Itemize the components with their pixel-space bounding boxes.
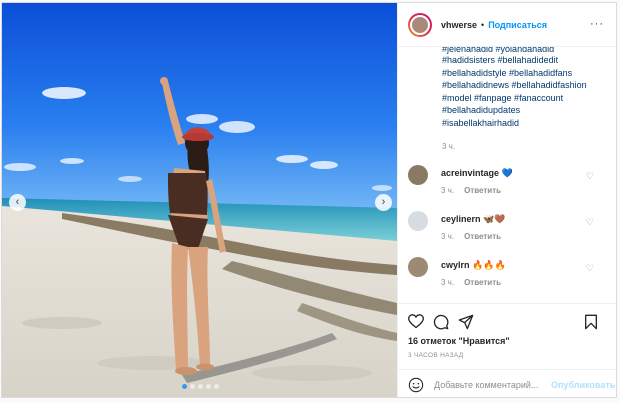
carousel-dot <box>198 384 203 389</box>
comment-like-heart-icon[interactable]: ♡ <box>586 263 594 274</box>
caption-hashtag-line[interactable]: #model #fanpage #fanaccount <box>442 92 612 105</box>
add-comment-input[interactable] <box>434 379 549 390</box>
add-comment-bar: Опубликовать <box>398 369 616 399</box>
carousel-next-button[interactable]: › <box>375 194 392 211</box>
comment-item: cwylrn 🔥🔥🔥 3 ч. Ответить <box>408 257 603 287</box>
reply-button[interactable]: Ответить <box>464 232 501 241</box>
avatar-image <box>410 14 430 35</box>
reply-button[interactable]: Ответить <box>464 278 501 287</box>
separator-dot: • <box>481 19 485 30</box>
share-send-icon[interactable] <box>458 314 474 330</box>
instagram-post: ‹ › vhwerse • Подписаться ··· #jelenahad… <box>1 2 617 398</box>
carousel-dot <box>214 384 219 389</box>
caption-hashtag-line[interactable]: #bellahadidstyle #bellahadidfans <box>442 67 612 80</box>
likes-count[interactable]: 16 отметок "Нравится" <box>408 336 510 346</box>
beach-photo-illustration <box>2 3 397 397</box>
emoji-smile-icon[interactable] <box>408 377 424 393</box>
post-photo[interactable]: ‹ › <box>2 3 397 397</box>
comment-like-heart-icon[interactable]: ♡ <box>586 217 594 228</box>
comment-like-heart-icon[interactable]: ♡ <box>586 171 594 182</box>
carousel-dot-active <box>182 384 187 389</box>
caption-hashtag-line[interactable]: #jelenahadid #yolandahadid <box>442 47 612 54</box>
comment-username[interactable]: ceylinern <box>441 214 481 224</box>
carousel-dot <box>190 384 195 389</box>
like-heart-icon[interactable] <box>408 314 424 329</box>
comment-text: 🦋🤎 <box>483 214 506 224</box>
post-side-panel: vhwerse • Подписаться ··· #jelenahadid #… <box>397 3 616 397</box>
comment-time: 3 ч. <box>441 186 455 195</box>
caption-hashtag-line[interactable]: #bellahadidnews #bellahadidfashion <box>442 79 612 92</box>
carousel-prev-button[interactable]: ‹ <box>9 194 26 211</box>
avatar[interactable] <box>408 165 428 185</box>
caption-timestamp: 3 ч. <box>442 142 456 151</box>
publish-button[interactable]: Опубликовать <box>551 380 615 390</box>
carousel-dot <box>206 384 211 389</box>
comment-text: 💙 <box>501 168 513 178</box>
comment-icon[interactable] <box>433 314 449 330</box>
reply-button[interactable]: Ответить <box>464 186 501 195</box>
post-time-ago: 3 ЧАСОВ НАЗАД <box>408 352 464 359</box>
comment-time: 3 ч. <box>441 278 455 287</box>
comment-username[interactable]: acreinvintage <box>441 168 499 178</box>
avatar[interactable] <box>408 12 432 37</box>
chevron-right-icon: › <box>381 196 386 208</box>
post-header: vhwerse • Подписаться ··· <box>398 3 616 47</box>
post-username[interactable]: vhwerse <box>441 20 477 30</box>
bookmark-icon[interactable] <box>584 314 598 330</box>
comment-username[interactable]: cwylrn <box>441 260 470 270</box>
more-horizontal-icon[interactable]: ··· <box>590 19 604 30</box>
comment-text: 🔥🔥🔥 <box>472 260 506 270</box>
carousel-indicator <box>182 384 219 389</box>
chevron-left-icon: ‹ <box>15 196 20 208</box>
comment-item: acreinvintage 💙 3 ч. Ответить <box>408 165 603 195</box>
caption-hashtag-line[interactable]: #bellahadidupdates <box>442 104 612 117</box>
comment-time: 3 ч. <box>441 232 455 241</box>
follow-button[interactable]: Подписаться <box>488 20 547 30</box>
avatar[interactable] <box>408 211 428 231</box>
caption-hashtag-line[interactable]: #hadidsisters #bellahadidedit <box>442 54 612 67</box>
post-actions: 16 отметок "Нравится" 3 ЧАСОВ НАЗАД <box>398 303 616 369</box>
comment-item: ceylinern 🦋🤎 3 ч. Ответить <box>408 211 603 241</box>
post-caption: #jelenahadid #yolandahadid #hadidsisters… <box>442 47 612 130</box>
caption-hashtag-line[interactable]: #isabellakhairhadid <box>442 117 612 130</box>
avatar[interactable] <box>408 257 428 277</box>
